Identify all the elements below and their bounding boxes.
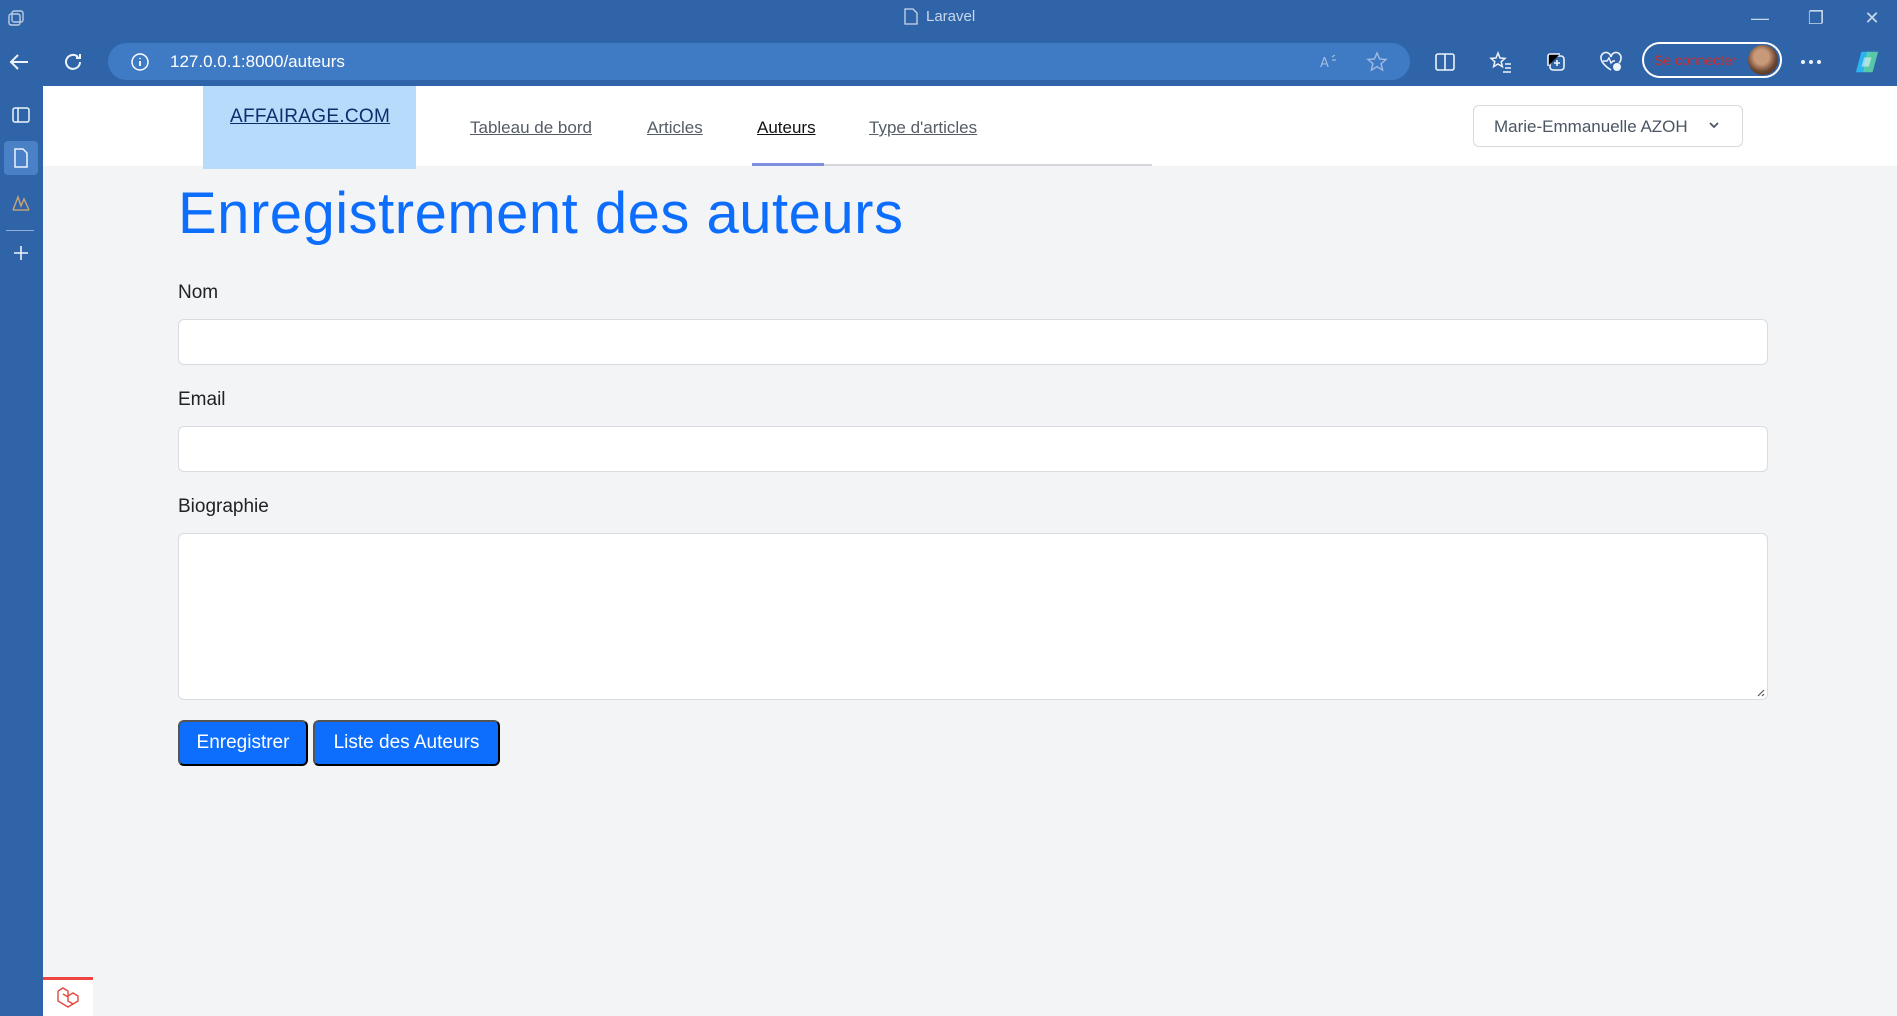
tab-actions-button[interactable] xyxy=(4,98,38,132)
plus-icon xyxy=(14,246,28,260)
site-navbar: AFFAIRAGE.COM Tableau de bord Articles A… xyxy=(43,86,1897,169)
read-aloud-icon[interactable]: A xyxy=(1318,51,1340,73)
active-nav-indicator xyxy=(752,163,824,166)
heart-pulse-icon xyxy=(1600,51,1622,71)
user-dropdown[interactable]: Marie-Emmanuelle AZOH xyxy=(1473,105,1743,147)
nav-link-articles[interactable]: Articles xyxy=(647,118,703,138)
collections-icon xyxy=(1547,53,1565,71)
liste-auteurs-button[interactable]: Liste des Auteurs xyxy=(313,720,500,766)
favorites-button[interactable] xyxy=(1488,49,1514,75)
nav-link-tableau-de-bord[interactable]: Tableau de bord xyxy=(470,118,592,138)
sidebar-separator xyxy=(6,230,34,231)
label-nom: Nom xyxy=(178,282,219,303)
document-icon xyxy=(14,148,28,168)
chevron-down-icon xyxy=(1709,122,1719,129)
vertical-tab-site[interactable] xyxy=(4,186,38,220)
favorite-star-icon[interactable] xyxy=(1366,51,1388,73)
collections-button[interactable] xyxy=(1543,49,1569,75)
refresh-button[interactable] xyxy=(56,45,90,79)
sign-in-button[interactable]: Se connecter xyxy=(1642,42,1782,78)
web-page: AFFAIRAGE.COM Tableau de bord Articles A… xyxy=(43,86,1897,1016)
favorites-icon xyxy=(1489,51,1511,73)
copilot-icon xyxy=(1855,51,1879,73)
nav-link-auteurs[interactable]: Auteurs xyxy=(757,118,816,138)
profile-avatar xyxy=(1748,45,1778,75)
split-screen-icon xyxy=(1435,53,1455,71)
workspaces-icon[interactable] xyxy=(6,8,26,28)
minimize-button[interactable]: — xyxy=(1738,4,1782,32)
more-options-button[interactable] xyxy=(1798,49,1824,75)
back-button[interactable] xyxy=(2,45,36,79)
debugbar-tab[interactable] xyxy=(43,977,93,1016)
close-window-button[interactable]: ✕ xyxy=(1850,4,1894,32)
copilot-button[interactable] xyxy=(1854,49,1880,75)
tab-actions-icon xyxy=(12,107,30,123)
enregistrer-button[interactable]: Enregistrer xyxy=(178,720,308,766)
biographie-textarea[interactable] xyxy=(178,533,1768,700)
nom-input[interactable] xyxy=(178,319,1768,365)
vertical-tab-laravel[interactable] xyxy=(4,141,38,175)
page-icon xyxy=(904,8,918,25)
url-text[interactable]: 127.0.0.1:8000/auteurs xyxy=(170,52,345,72)
brand-link[interactable]: AFFAIRAGE.COM xyxy=(230,106,390,128)
site-favicon-icon xyxy=(12,194,30,211)
svg-text:A: A xyxy=(1320,56,1329,71)
user-name: Marie-Emmanuelle AZOH xyxy=(1494,117,1688,136)
resize-grip-icon[interactable] xyxy=(1755,687,1765,697)
browser-tab-title: Laravel xyxy=(904,8,975,25)
refresh-icon xyxy=(65,53,81,70)
label-email: Email xyxy=(178,389,226,410)
browser-toolbar: 127.0.0.1:8000/auteurs A Se connecter xyxy=(0,36,1897,86)
split-screen-button[interactable] xyxy=(1432,49,1458,75)
browser-titlebar: Laravel — ❐ ✕ xyxy=(0,0,1897,36)
tab-title-text: Laravel xyxy=(926,8,976,25)
laravel-logo-icon xyxy=(57,987,79,1008)
browser-vertical-sidebar xyxy=(0,86,43,1016)
browser-essentials-button[interactable] xyxy=(1598,49,1624,75)
more-dots-icon xyxy=(1801,60,1821,64)
sign-in-label: Se connecter xyxy=(1654,52,1737,68)
label-biographie: Biographie xyxy=(178,496,269,517)
new-tab-button[interactable] xyxy=(4,236,38,270)
nav-link-type-articles[interactable]: Type d'articles xyxy=(869,118,977,138)
info-icon[interactable] xyxy=(130,52,150,72)
restore-button[interactable]: ❐ xyxy=(1794,4,1838,32)
email-input[interactable] xyxy=(178,426,1768,472)
page-title: Enregistrement des auteurs xyxy=(178,181,904,246)
back-arrow-icon xyxy=(9,54,28,70)
address-bar[interactable]: 127.0.0.1:8000/auteurs A xyxy=(108,43,1410,80)
